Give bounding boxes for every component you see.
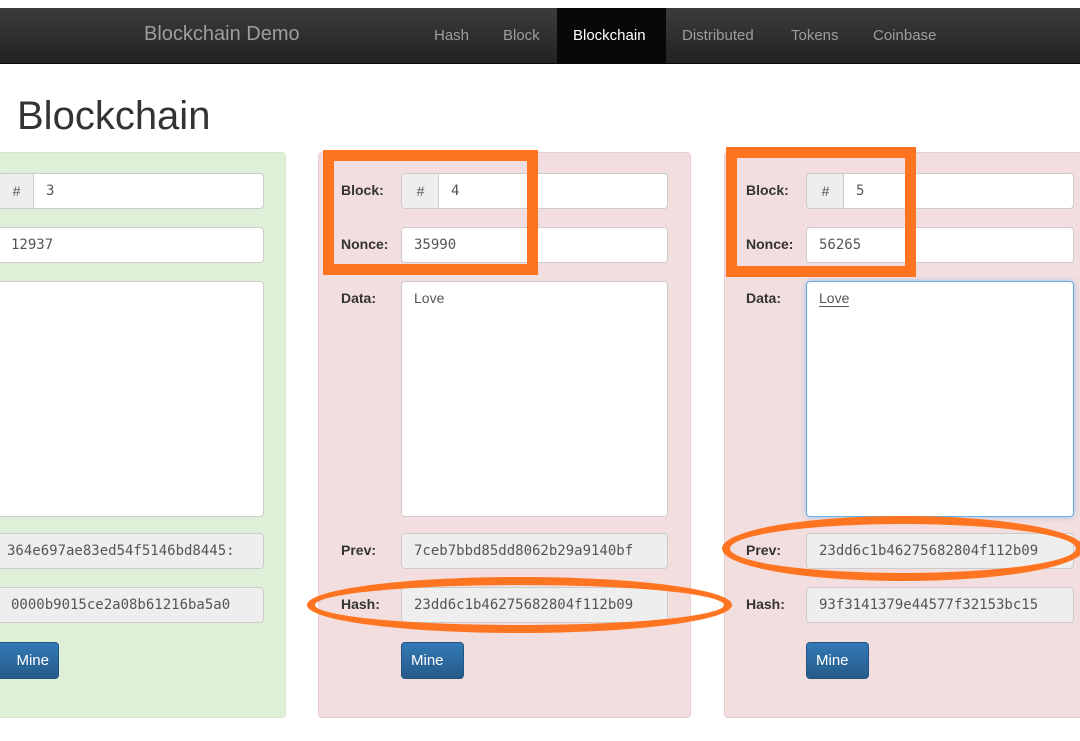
hash-field: 0000b9015ce2a08b61216ba5a0 xyxy=(0,587,264,623)
browser-top-strip xyxy=(0,0,1080,8)
nav-item-coinbase[interactable]: Coinbase xyxy=(857,8,952,63)
nav-item-hash[interactable]: Hash xyxy=(418,8,485,63)
mine-button[interactable]: Mine xyxy=(806,642,869,679)
block-number-addon: # xyxy=(0,173,34,209)
annotation-box-block-4 xyxy=(323,150,538,275)
page-title: Blockchain xyxy=(17,94,211,138)
mine-button[interactable]: Mine xyxy=(0,642,59,679)
data-textarea[interactable]: Love xyxy=(401,281,668,517)
mine-button[interactable]: Mine xyxy=(401,642,464,679)
nav-item-blockchain[interactable]: Blockchain xyxy=(557,8,666,63)
data-label: Data: xyxy=(341,290,377,306)
data-text: Love xyxy=(819,290,850,307)
prev-hash-field: 364e697ae83ed54f5146bd8445: xyxy=(0,533,264,569)
data-label: Data: xyxy=(746,290,782,306)
navbar: Blockchain Demo Hash Block Blockchain Di… xyxy=(0,8,1080,64)
prev-label: Prev: xyxy=(341,542,377,558)
annotation-oval-prev-5 xyxy=(722,516,1080,581)
annotation-oval-hash-4 xyxy=(307,577,732,633)
data-textarea[interactable] xyxy=(0,281,264,517)
hash-field: 93f3141379e44577f32153bc15 xyxy=(806,587,1074,623)
nav-item-tokens[interactable]: Tokens xyxy=(775,8,855,63)
hash-label: Hash: xyxy=(746,596,785,612)
annotation-box-block-5 xyxy=(726,147,916,277)
nav-item-distributed[interactable]: Distributed xyxy=(666,8,770,63)
data-textarea[interactable]: Love xyxy=(806,281,1074,517)
nav-item-block[interactable]: Block xyxy=(487,8,556,63)
block-number-input[interactable]: 3 xyxy=(33,173,264,209)
nonce-input[interactable]: 12937 xyxy=(0,227,264,263)
brand-link[interactable]: Blockchain Demo xyxy=(144,23,300,46)
prev-hash-field: 7ceb7bbd85dd8062b29a9140bf xyxy=(401,533,668,569)
